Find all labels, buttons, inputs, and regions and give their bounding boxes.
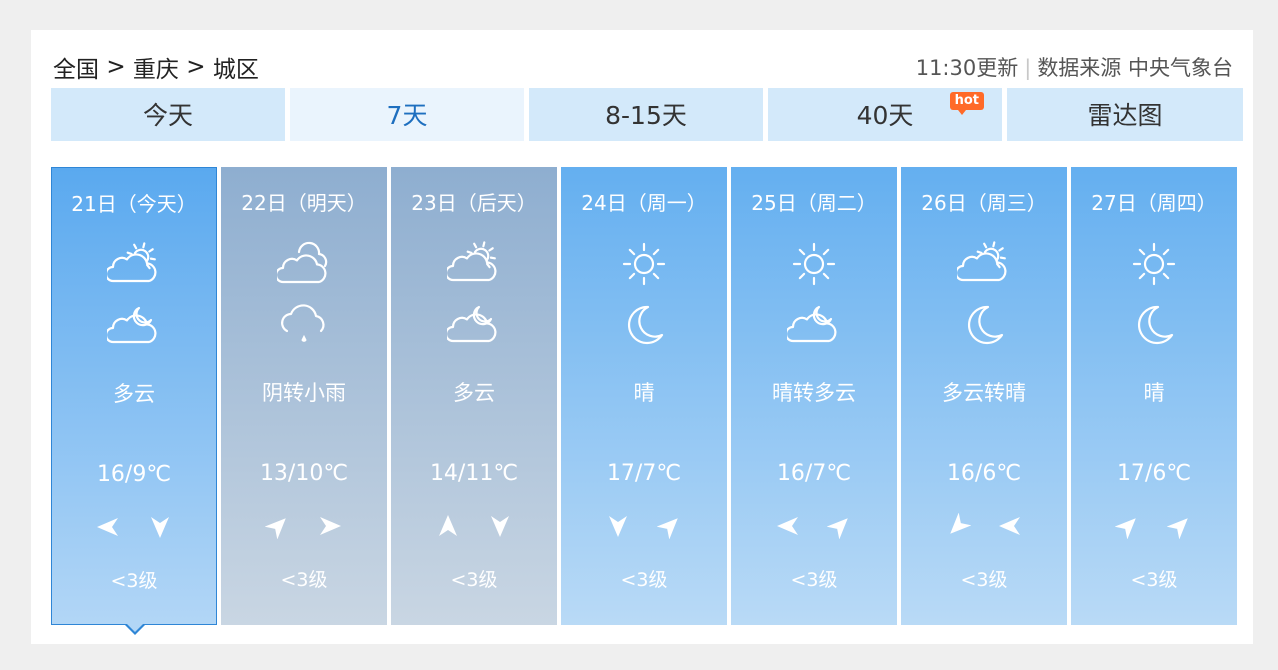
forecast-tabs: 今天 7天 8-15天 40天 hot 雷达图 — [51, 88, 1243, 141]
weather-text: 多云转晴 — [942, 381, 1026, 405]
day-date: 22日（明天） — [241, 191, 367, 215]
northeast-arrow-icon — [1167, 518, 1188, 539]
breadcrumb-city[interactable]: 重庆 — [133, 57, 179, 83]
wind-level: <3级 — [280, 569, 328, 591]
daily-forecast: 21日（今天） 多云 16/9℃ <3级 22日（明天） 阴转小雨 13/10℃… — [51, 167, 1243, 635]
update-time: 11:30更新 — [915, 56, 1019, 80]
weather-text: 多云 — [453, 381, 495, 405]
wind-level: <3级 — [960, 569, 1008, 591]
day-card[interactable]: 27日（周四） 晴 17/6℃ <3级 — [1071, 167, 1237, 625]
weather-text: 晴 — [1143, 381, 1165, 405]
breadcrumb-separator: > — [106, 54, 126, 80]
wind-direction — [731, 513, 897, 543]
temperature: 17/6℃ — [1116, 461, 1192, 486]
partly-cloudy-day-icon — [391, 240, 557, 288]
partly-cloudy-day-icon — [52, 241, 216, 289]
breadcrumb-district: 城区 — [212, 57, 259, 83]
hot-badge: hot — [949, 92, 984, 115]
day-card[interactable]: 26日（周三） 多云转晴 16/6℃ <3级 — [901, 167, 1067, 625]
wind-level: <3级 — [1130, 569, 1178, 591]
southwest-arrow-icon — [950, 513, 971, 534]
south-arrow-icon — [609, 516, 627, 537]
tab-7-days[interactable]: 7天 — [290, 88, 524, 141]
weather-text: 晴转多云 — [772, 381, 856, 405]
northeast-arrow-icon — [265, 518, 286, 539]
northeast-arrow-icon — [827, 518, 848, 539]
tab-label: 40天 — [856, 101, 914, 130]
tab-label: 雷达图 — [1087, 101, 1163, 130]
east-arrow-icon — [320, 517, 341, 535]
wind-direction — [1071, 513, 1237, 543]
partly-cloudy-night-icon — [391, 301, 557, 349]
light-rain-icon — [221, 301, 387, 349]
tab-label: 7天 — [386, 101, 428, 130]
breadcrumb-country[interactable]: 全国 — [53, 57, 99, 83]
northeast-arrow-icon — [1115, 518, 1136, 539]
temperature: 16/9℃ — [96, 462, 172, 487]
day-card[interactable]: 21日（今天） 多云 16/9℃ <3级 — [51, 167, 217, 635]
wind-direction — [391, 513, 557, 543]
breadcrumb-separator: > — [186, 54, 206, 80]
update-info: 11:30更新 | 数据来源 中央气象台 — [916, 52, 1233, 82]
temperature: 16/6℃ — [946, 461, 1022, 486]
wind-direction — [561, 513, 727, 543]
sunny-icon — [561, 240, 727, 288]
wind-direction — [52, 514, 216, 544]
north-arrow-icon — [439, 515, 457, 536]
source-label: 数据来源 — [1037, 56, 1122, 80]
day-date: 27日（周四） — [1091, 191, 1217, 215]
day-card[interactable]: 24日（周一） 晴 17/7℃ <3级 — [561, 167, 727, 625]
tab-label: 今天 — [142, 101, 193, 130]
wind-level: <3级 — [790, 569, 838, 591]
temperature: 16/7℃ — [776, 461, 852, 486]
northeast-arrow-icon — [657, 518, 678, 539]
tab-radar[interactable]: 雷达图 — [1007, 88, 1243, 141]
day-date: 23日（后天） — [411, 191, 537, 215]
day-card[interactable]: 22日（明天） 阴转小雨 13/10℃ <3级 — [221, 167, 387, 625]
partly-cloudy-night-icon — [731, 301, 897, 349]
moon-icon — [1071, 301, 1237, 349]
cloudy-icon — [221, 240, 387, 288]
south-arrow-icon — [151, 517, 169, 538]
tab-label: 8-15天 — [605, 101, 687, 130]
moon-icon — [901, 301, 1067, 349]
partly-cloudy-night-icon — [52, 302, 216, 350]
source-name: 中央气象台 — [1128, 56, 1233, 80]
west-arrow-icon — [97, 518, 118, 536]
wind-level: <3级 — [620, 569, 668, 591]
weather-text: 阴转小雨 — [262, 381, 346, 405]
partly-cloudy-day-icon — [901, 240, 1067, 288]
wind-direction — [221, 513, 387, 543]
day-card[interactable]: 23日（后天） 多云 14/11℃ <3级 — [391, 167, 557, 625]
day-date: 26日（周三） — [921, 191, 1047, 215]
breadcrumb: 全国 > 重庆 > 城区 — [53, 50, 259, 84]
day-date: 25日（周二） — [751, 191, 877, 215]
temperature: 14/11℃ — [429, 461, 519, 486]
weather-panel: 全国 > 重庆 > 城区 11:30更新 | 数据来源 中央气象台 今天 7天 8-… — [31, 30, 1253, 644]
west-arrow-icon — [777, 517, 798, 535]
tab-today[interactable]: 今天 — [51, 88, 285, 141]
wind-direction — [901, 513, 1067, 543]
day-date: 24日（周一） — [581, 191, 707, 215]
moon-icon — [561, 301, 727, 349]
meta-divider: | — [1024, 56, 1032, 80]
wind-level: <3级 — [110, 570, 158, 592]
weather-text: 晴 — [633, 381, 655, 405]
wind-level: <3级 — [450, 569, 498, 591]
temperature: 13/10℃ — [259, 461, 349, 486]
sunny-icon — [1071, 240, 1237, 288]
selected-caret — [124, 623, 146, 635]
weather-text: 多云 — [113, 382, 155, 406]
temperature: 17/7℃ — [606, 461, 682, 486]
west-arrow-icon — [999, 517, 1020, 535]
tab-8-15-days[interactable]: 8-15天 — [529, 88, 763, 141]
tab-40-days[interactable]: 40天 hot — [768, 88, 1002, 141]
sunny-icon — [731, 240, 897, 288]
day-date: 21日（今天） — [71, 192, 197, 216]
south-arrow-icon — [491, 516, 509, 537]
day-card[interactable]: 25日（周二） 晴转多云 16/7℃ <3级 — [731, 167, 897, 625]
